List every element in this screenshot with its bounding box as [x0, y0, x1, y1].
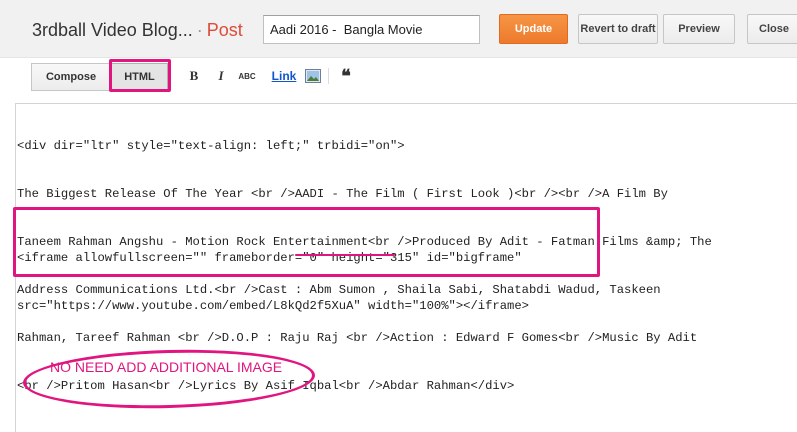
- revert-to-draft-button[interactable]: Revert to draft: [578, 14, 658, 44]
- post-label: Post: [206, 20, 243, 40]
- code-line: The Biggest Release Of The Year <br />AA…: [17, 187, 668, 201]
- italic-button[interactable]: I: [214, 66, 228, 86]
- strikethrough-button[interactable]: ABC: [236, 66, 258, 86]
- annotation-note: NO NEED ADD ADDITIONAL IMAGE: [50, 359, 283, 375]
- code-line: Rahman, Tareef Rahman <br />D.O.P : Raju…: [17, 331, 698, 345]
- update-button[interactable]: Update: [499, 14, 568, 44]
- link-button[interactable]: Link: [270, 66, 298, 86]
- html-button-highlight: [109, 59, 171, 92]
- toolbar-divider: [328, 68, 329, 84]
- quote-button[interactable]: ❝: [337, 66, 355, 86]
- preview-button[interactable]: Preview: [663, 14, 735, 44]
- video-id-underline: [295, 254, 395, 256]
- top-bar: 3rdball Video Blog...·Post Update Revert…: [0, 0, 797, 58]
- close-button[interactable]: Close: [747, 14, 797, 44]
- blog-name[interactable]: 3rdball Video Blog...: [32, 20, 193, 40]
- blog-title[interactable]: 3rdball Video Blog... · Post: [32, 20, 243, 41]
- title-separator: ·: [196, 20, 203, 40]
- post-title-input[interactable]: [263, 15, 480, 44]
- code-line: <div dir="ltr" style="text-align: left;"…: [17, 139, 405, 153]
- iframe-highlight-box: [13, 207, 600, 277]
- image-icon[interactable]: [304, 66, 322, 86]
- compose-mode-button[interactable]: Compose: [31, 63, 111, 91]
- bold-button[interactable]: B: [187, 66, 201, 86]
- code-line: src="https://www.youtube.com/embed/L8kQd…: [17, 299, 529, 313]
